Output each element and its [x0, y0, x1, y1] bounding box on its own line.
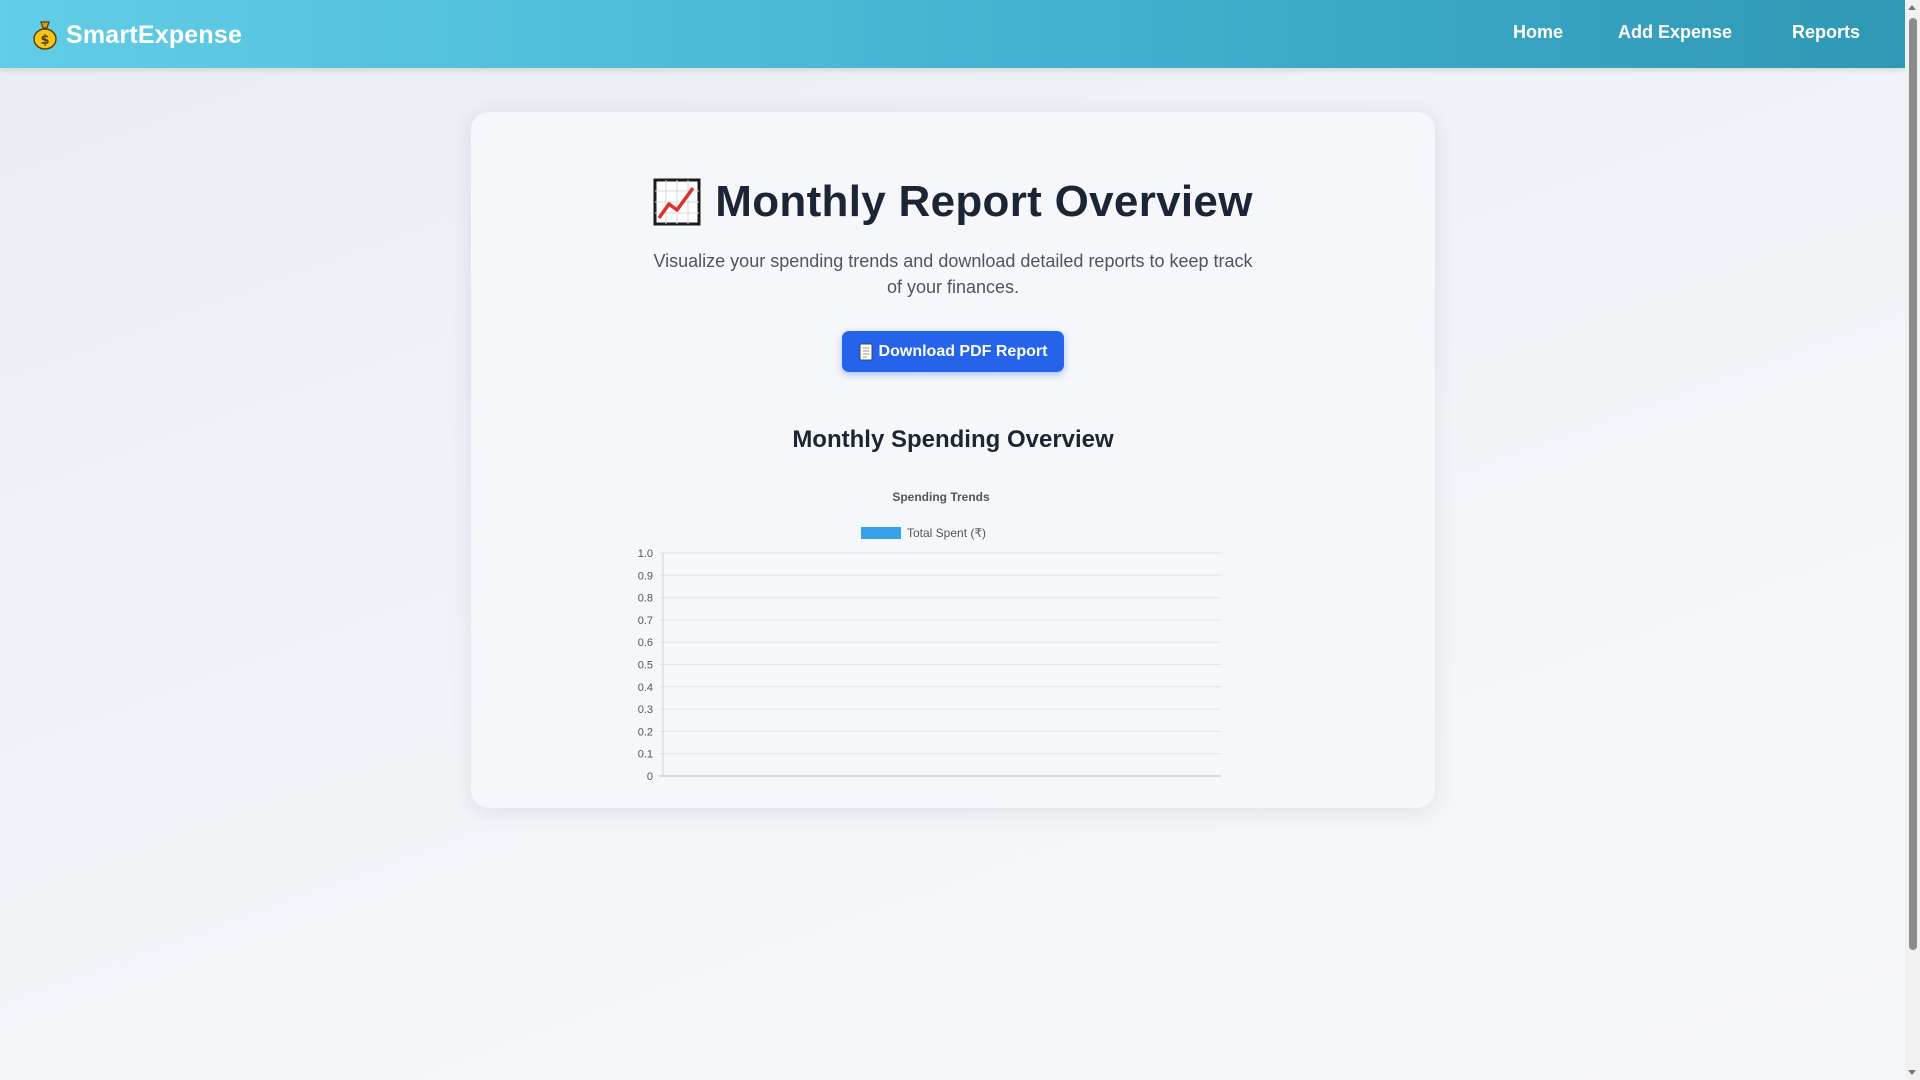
y-tick-label: 0 [647, 771, 653, 783]
money-bag-icon: $ [33, 21, 57, 50]
scrollbar[interactable] [1905, 0, 1920, 1080]
brand[interactable]: $ SmartExpense [32, 18, 242, 52]
scroll-thumb[interactable] [1909, 18, 1917, 950]
download-pdf-button[interactable]: Download PDF Report [842, 331, 1064, 372]
scroll-up-icon[interactable] [1908, 5, 1916, 10]
scroll-down-icon[interactable] [1908, 1070, 1916, 1075]
page-subtitle: Visualize your spending trends and downl… [653, 251, 1253, 297]
y-tick-label: 0.3 [638, 704, 653, 716]
y-tick-label: 0.2 [638, 726, 653, 738]
brand-name: SmartExpense [66, 20, 243, 49]
y-tick-label: 0.9 [638, 570, 653, 582]
nav-link-home[interactable]: Home [1513, 22, 1563, 43]
chart-increasing-icon [653, 178, 701, 226]
y-tick-label: 1.0 [638, 548, 653, 560]
chart-title: Spending Trends [892, 490, 990, 504]
y-tick-label: 0.8 [638, 593, 653, 605]
chart-grid [659, 552, 1221, 777]
svg-text:$: $ [40, 33, 49, 48]
y-tick-label: 0.7 [638, 615, 653, 627]
legend-label[interactable]: Total Spent (₹) [907, 526, 986, 540]
page-title-row: Monthly Report Overview [471, 174, 1435, 230]
legend-swatch[interactable] [861, 527, 901, 539]
y-axis-ticks: 0 0.1 0.2 0.3 0.4 0.5 0.6 0.7 0.8 0.9 1.0 [638, 548, 653, 783]
y-tick-label: 0.5 [638, 660, 653, 672]
section-title: Monthly Spending Overview [792, 426, 1114, 453]
page-icon [859, 343, 873, 360]
y-tick-label: 0.6 [638, 637, 653, 649]
navbar: $ SmartExpense Home Add Expense Reports [0, 0, 1905, 68]
report-card: Monthly Report Overview Visualize your s… [471, 112, 1435, 808]
nav-link-reports[interactable]: Reports [1792, 22, 1860, 43]
download-pdf-label: Download PDF Report [878, 342, 1048, 360]
nav-link-add-expense[interactable]: Add Expense [1618, 22, 1732, 43]
page-title: Monthly Report Overview [715, 177, 1253, 226]
chart-svg: Spending Trends Total Spent (₹) 00.10.20… [638, 490, 1221, 783]
y-tick-label: 0.4 [638, 682, 653, 694]
y-tick-label: 0.1 [638, 749, 653, 761]
spending-trends-chart: Spending Trends Total Spent (₹) 0 0.1 0.2 0… [631, 477, 1251, 787]
